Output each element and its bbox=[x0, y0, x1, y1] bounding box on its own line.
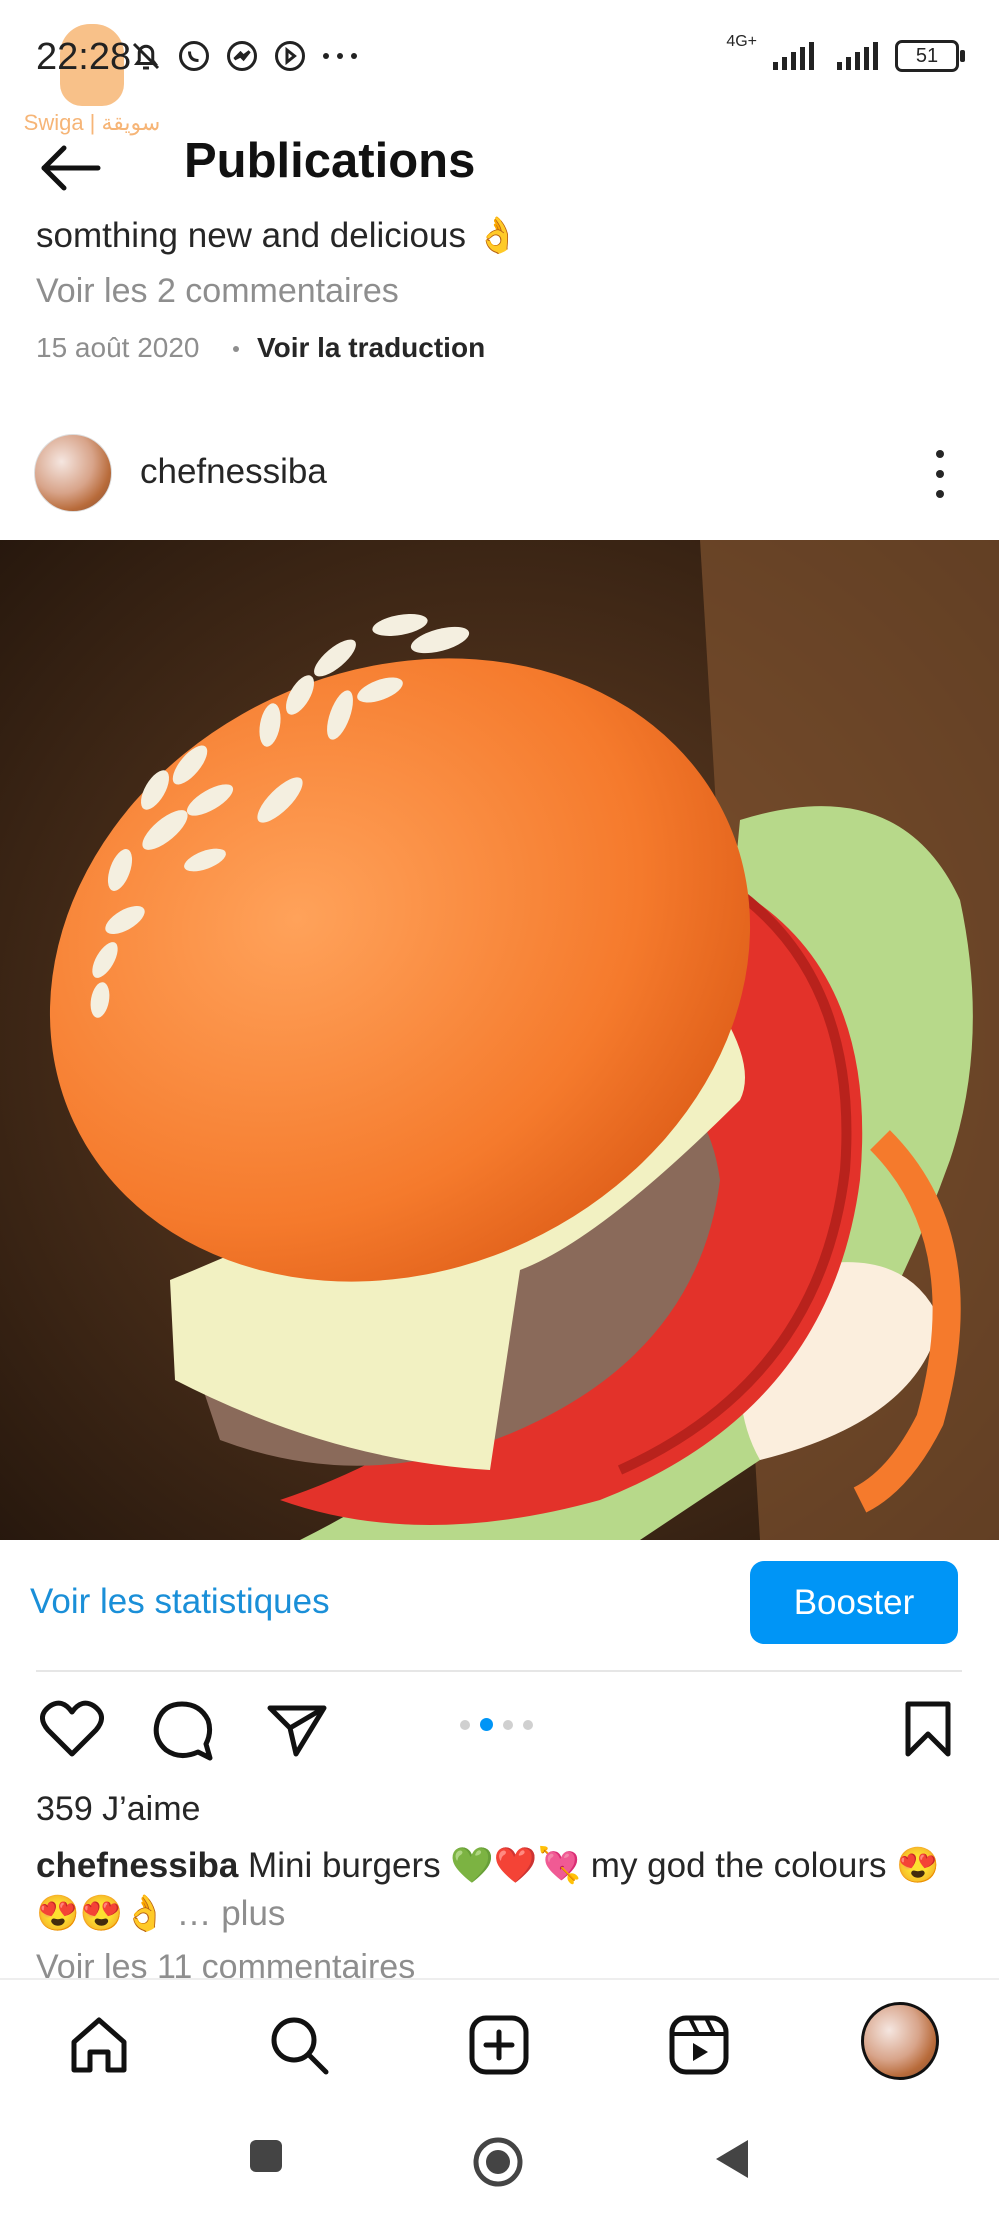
status-time: 22:28 bbox=[36, 36, 132, 78]
more-dots-icon bbox=[323, 53, 357, 59]
view-comments-link[interactable]: Voir les 11 commentaires bbox=[36, 1948, 415, 1982]
navigation-icon bbox=[275, 41, 305, 71]
home-icon[interactable] bbox=[68, 2014, 130, 2076]
reels-icon[interactable] bbox=[668, 2014, 730, 2076]
carousel-dot-active bbox=[480, 1718, 493, 1731]
post-username[interactable]: chefnessiba bbox=[140, 452, 327, 492]
translate-link[interactable]: Voir la traduction bbox=[257, 332, 485, 364]
boost-button[interactable]: Booster bbox=[750, 1561, 958, 1644]
notification-icons bbox=[128, 38, 360, 74]
heart-icon[interactable] bbox=[40, 1700, 104, 1758]
create-post-icon[interactable] bbox=[468, 2014, 530, 2076]
burger-photo bbox=[0, 540, 999, 1540]
carousel-dot bbox=[460, 1719, 470, 1730]
back-triangle-icon[interactable] bbox=[712, 2136, 752, 2182]
signal-icon-2 bbox=[837, 42, 878, 70]
whatsapp-icon bbox=[179, 41, 209, 71]
previous-post-date: 15 août 2020 bbox=[36, 332, 200, 363]
post-image[interactable] bbox=[0, 540, 999, 1540]
divider bbox=[36, 1670, 962, 1672]
network-label: 4G+ bbox=[726, 33, 757, 50]
caption-more-link[interactable]: … plus bbox=[176, 1894, 285, 1933]
comment-icon[interactable] bbox=[152, 1700, 214, 1762]
search-icon[interactable] bbox=[268, 2014, 330, 2076]
profile-avatar[interactable] bbox=[861, 2002, 939, 2080]
bell-off-icon bbox=[132, 42, 160, 70]
home-circle-icon[interactable] bbox=[472, 2136, 524, 2188]
bookmark-icon[interactable] bbox=[904, 1700, 952, 1758]
separator-dot bbox=[233, 346, 239, 352]
view-statistics-link[interactable]: Voir les statistiques bbox=[30, 1582, 330, 1622]
system-nav-bar bbox=[0, 2108, 999, 2222]
watermark-text: Swiga | سويقة bbox=[23, 110, 161, 135]
back-arrow-icon[interactable] bbox=[38, 142, 102, 194]
avatar[interactable] bbox=[34, 434, 112, 512]
carousel-dot bbox=[503, 1719, 513, 1730]
carousel-dot bbox=[523, 1719, 533, 1730]
battery-icon: 51 bbox=[895, 40, 965, 72]
previous-caption: somthing new and delicious 👌 bbox=[36, 216, 520, 255]
share-icon[interactable] bbox=[266, 1702, 328, 1758]
likes-count[interactable]: 359 J’aime bbox=[36, 1790, 200, 1829]
bottom-nav bbox=[0, 1978, 999, 2110]
recents-icon[interactable] bbox=[248, 2138, 284, 2174]
page-title: Publications bbox=[184, 134, 476, 188]
caption-username[interactable]: chefnessiba bbox=[36, 1846, 238, 1885]
post-caption: chefnessiba Mini burgers 💚❤️💘 my god the… bbox=[36, 1842, 956, 1938]
messenger-icon bbox=[227, 41, 257, 71]
more-options-icon[interactable] bbox=[930, 446, 950, 502]
signal-icon bbox=[773, 42, 814, 70]
carousel-indicator bbox=[460, 1718, 533, 1731]
status-right: 4G+ 51 bbox=[726, 33, 965, 72]
previous-comments-link[interactable]: Voir les 2 commentaires bbox=[36, 272, 399, 311]
